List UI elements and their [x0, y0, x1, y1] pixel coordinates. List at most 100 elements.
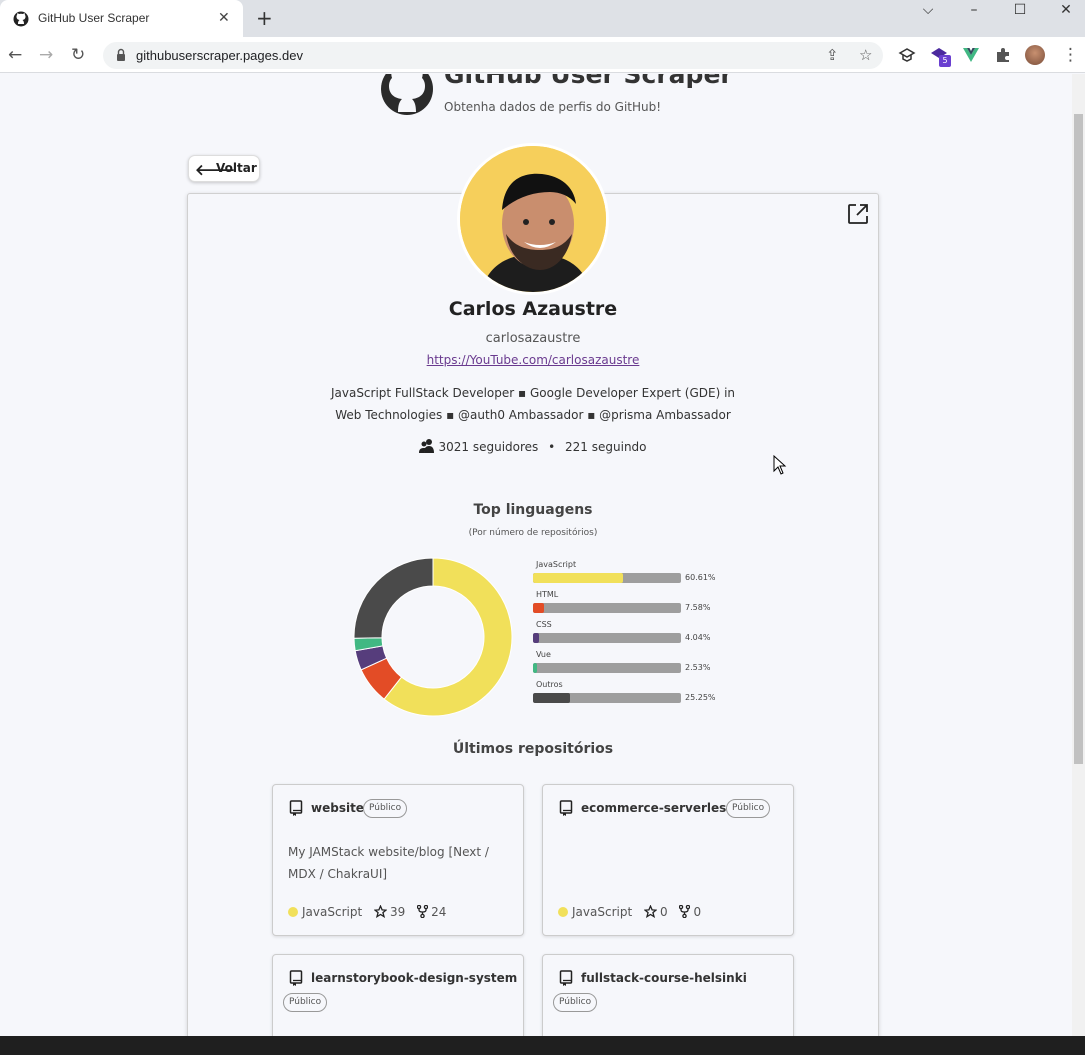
close-window-icon[interactable]: ✕: [1056, 2, 1076, 18]
fork-icon: [679, 905, 691, 918]
donut-slice-outros: [353, 557, 434, 639]
profile-avatar-icon[interactable]: [1025, 45, 1045, 65]
extension-badge-count: 5: [939, 55, 951, 67]
address-bar[interactable]: githubuserscraper.pages.dev ⇪ ☆: [103, 42, 883, 69]
users-icon: [419, 439, 435, 453]
url-text: githubuserscraper.pages.dev: [136, 48, 303, 63]
language-bar-track: [533, 663, 681, 673]
profile-bio-line1: JavaScript FullStack Developer ▪ Google …: [330, 386, 736, 400]
share-icon[interactable]: ⇪: [826, 46, 839, 64]
language-row: CSS 4.04%: [533, 620, 733, 650]
tab-title: GitHub User Scraper: [38, 11, 150, 25]
minimize-icon[interactable]: –: [964, 2, 984, 18]
visibility-badge: Público: [363, 799, 408, 818]
language-row: Vue 2.53%: [533, 650, 733, 680]
forward-arrow-icon[interactable]: →: [39, 45, 53, 65]
languages-donut-chart: [353, 557, 513, 717]
follow-separator: •: [548, 440, 556, 454]
scrollbar-thumb[interactable]: [1074, 114, 1083, 764]
language-bar-track: [533, 603, 681, 613]
reload-icon[interactable]: ↻: [71, 45, 85, 65]
repo-name[interactable]: learnstorybook-design-system: [311, 971, 517, 985]
tab-close-icon[interactable]: ✕: [218, 10, 230, 26]
repo-stars: 39: [389, 905, 406, 919]
extension-graduation-icon[interactable]: [898, 46, 916, 64]
languages-title: Top linguagens: [473, 502, 593, 518]
language-row: Outros 25.25%: [533, 680, 733, 710]
browser-tab-bar: GitHub User Scraper ✕ + ⌵ – ☐ ✕: [0, 0, 1085, 37]
extensions-puzzle-icon[interactable]: [994, 46, 1012, 64]
browser-menu-icon[interactable]: ⋮: [1062, 45, 1079, 65]
repo-icon: [559, 800, 573, 816]
profile-bio: JavaScript FullStack Developer ▪ Google …: [187, 382, 879, 426]
language-percent: 60.61%: [685, 573, 716, 582]
mouse-cursor-icon: [773, 455, 787, 475]
browser-tab[interactable]: GitHub User Scraper ✕: [0, 0, 243, 37]
profile-login: carlosazaustre: [485, 331, 581, 346]
repo-card[interactable]: ecommerce-serverless Público JavaScript …: [542, 784, 794, 936]
maximize-icon[interactable]: ☐: [1010, 2, 1030, 18]
language-row: HTML 7.58%: [533, 590, 733, 620]
github-favicon-icon: [13, 11, 29, 27]
language-percent: 4.04%: [685, 633, 711, 642]
language-percent: 7.58%: [685, 603, 711, 612]
tab-search-icon[interactable]: ⌵: [918, 2, 938, 18]
vue-devtools-icon[interactable]: [962, 46, 980, 64]
profile-follow-stats: 3021 seguidores • 221 seguindo: [187, 438, 879, 454]
language-color-dot: [288, 907, 298, 917]
language-bar-track: [533, 573, 681, 583]
repo-language: JavaScript: [302, 905, 363, 919]
bookmark-star-icon[interactable]: ☆: [859, 46, 872, 64]
language-percent: 25.25%: [685, 693, 716, 702]
language-percent: 2.53%: [685, 663, 711, 672]
language-bar-fill: [533, 633, 539, 643]
profile-bio-line2: Web Technologies ▪ @auth0 Ambassador ▪ @…: [335, 408, 731, 422]
profile-blog-link[interactable]: https://YouTube.com/carlosazaustre: [187, 353, 879, 367]
fork-icon: [417, 905, 429, 918]
extension-badge-icon[interactable]: 5: [930, 46, 951, 67]
language-name: Outros: [536, 680, 563, 689]
back-arrow-icon[interactable]: ←: [8, 45, 22, 65]
page-scrollbar[interactable]: [1072, 74, 1085, 1036]
language-name: JavaScript: [536, 560, 577, 569]
repos-title: Últimos repositórios: [452, 741, 614, 757]
language-name: Vue: [536, 650, 551, 659]
followers-count: 3021 seguidores: [438, 440, 539, 454]
avatar-photo: [460, 146, 606, 292]
language-bar-fill: [533, 603, 545, 613]
language-bar-fill: [533, 573, 623, 583]
back-button[interactable]: 🡐 Voltar: [188, 155, 260, 182]
profile-blog-text[interactable]: https://YouTube.com/carlosazaustre: [427, 353, 640, 367]
language-name: CSS: [536, 620, 552, 629]
language-bar-track: [533, 633, 681, 643]
repo-card[interactable]: fullstack-course-helsinki Público: [542, 954, 794, 1036]
repo-description: My JAMStack website/blog [Next / MDX / C…: [288, 845, 489, 881]
star-icon: [643, 905, 657, 918]
external-link-icon[interactable]: [846, 202, 870, 226]
lock-icon: [117, 48, 125, 61]
repo-name[interactable]: ecommerce-serverless: [581, 801, 733, 815]
visibility-badge: Público: [283, 993, 328, 1012]
new-tab-icon[interactable]: +: [256, 8, 273, 28]
visibility-badge: Público: [553, 993, 598, 1012]
language-row: JavaScript 60.61%: [533, 560, 733, 590]
repo-name[interactable]: fullstack-course-helsinki: [581, 971, 747, 985]
repo-name[interactable]: website: [311, 801, 364, 815]
repo-card[interactable]: website Público My JAMStack website/blog…: [272, 784, 524, 936]
repo-forks: 24: [431, 905, 447, 919]
repo-stars: 0: [659, 905, 668, 919]
visibility-badge: Público: [726, 799, 771, 818]
language-bar-track: [533, 693, 681, 703]
repo-icon: [559, 970, 573, 986]
repo-icon: [289, 970, 303, 986]
browser-toolbar: ← → ↻ githubuserscraper.pages.dev ⇪ ☆ 5 …: [0, 37, 1085, 73]
site-title: GitHub User Scraper: [444, 74, 733, 89]
back-button-label: Voltar: [216, 161, 257, 175]
star-icon: [373, 905, 387, 918]
repo-meta: JavaScript 39 24: [288, 905, 446, 919]
repo-card[interactable]: learnstorybook-design-system Público: [272, 954, 524, 1036]
site-subtitle: Obtenha dados de perfis do GitHub!: [444, 100, 662, 114]
avatar: [457, 143, 609, 295]
repo-icon: [289, 800, 303, 816]
language-bar-fill: [533, 663, 537, 673]
